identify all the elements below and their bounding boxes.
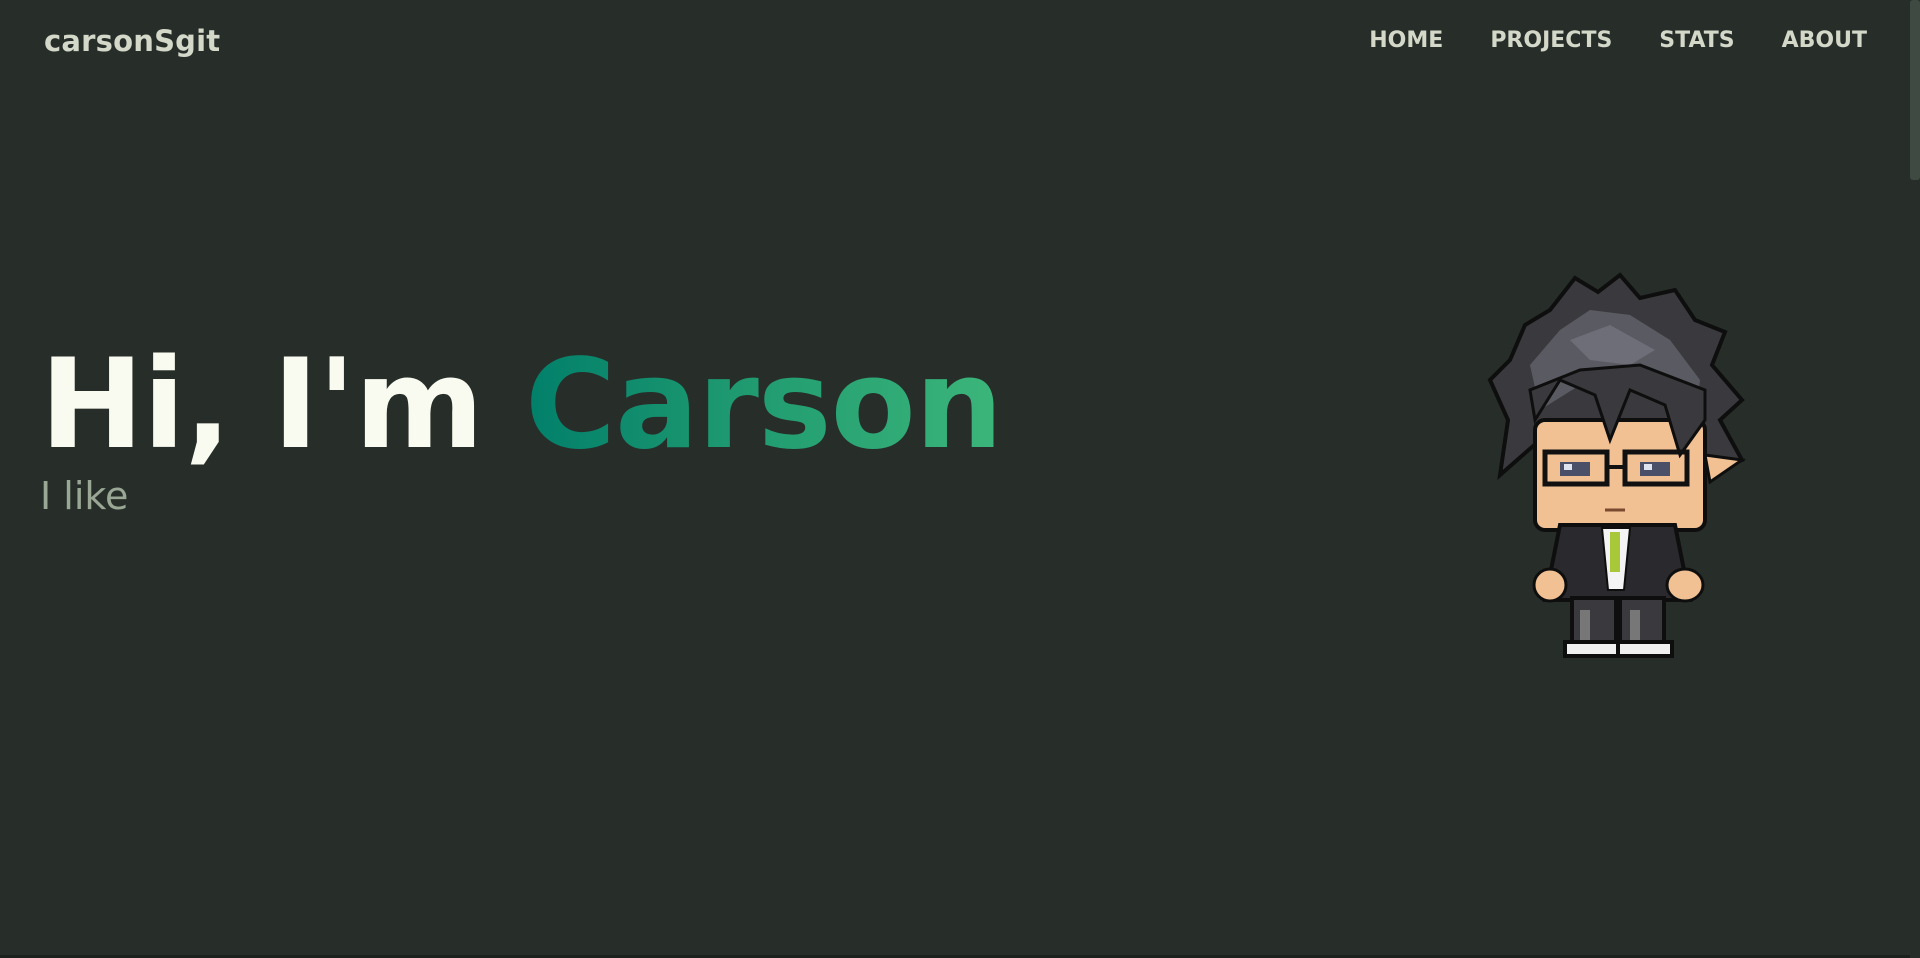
scrollbar-thumb[interactable] — [1910, 0, 1920, 180]
nav-links: HOME PROJECTS STATS ABOUT — [1322, 28, 1867, 53]
page: carsonSgit HOME PROJECTS STATS ABOUT Hi,… — [0, 0, 1920, 958]
navbar: carsonSgit HOME PROJECTS STATS ABOUT — [0, 0, 1920, 86]
nav-stats-link[interactable]: STATS — [1659, 28, 1734, 53]
nav-projects-link[interactable]: PROJECTS — [1490, 28, 1612, 53]
hero-name: Carson — [525, 333, 1003, 477]
hero-section: Hi, I'm Carson I like — [40, 340, 1003, 519]
nav-about-link[interactable]: ABOUT — [1782, 28, 1867, 53]
pixel-character-avatar-icon — [1480, 270, 1750, 670]
hero-subtitle: I like — [40, 474, 129, 519]
hero-heading: Hi, I'm Carson — [40, 340, 1003, 470]
brand-logo-link[interactable]: carsonSgit — [44, 24, 220, 58]
nav-home-link[interactable]: HOME — [1369, 28, 1443, 53]
hero-greeting: Hi, I'm — [40, 333, 526, 477]
page-scrollbar[interactable] — [1910, 0, 1920, 958]
